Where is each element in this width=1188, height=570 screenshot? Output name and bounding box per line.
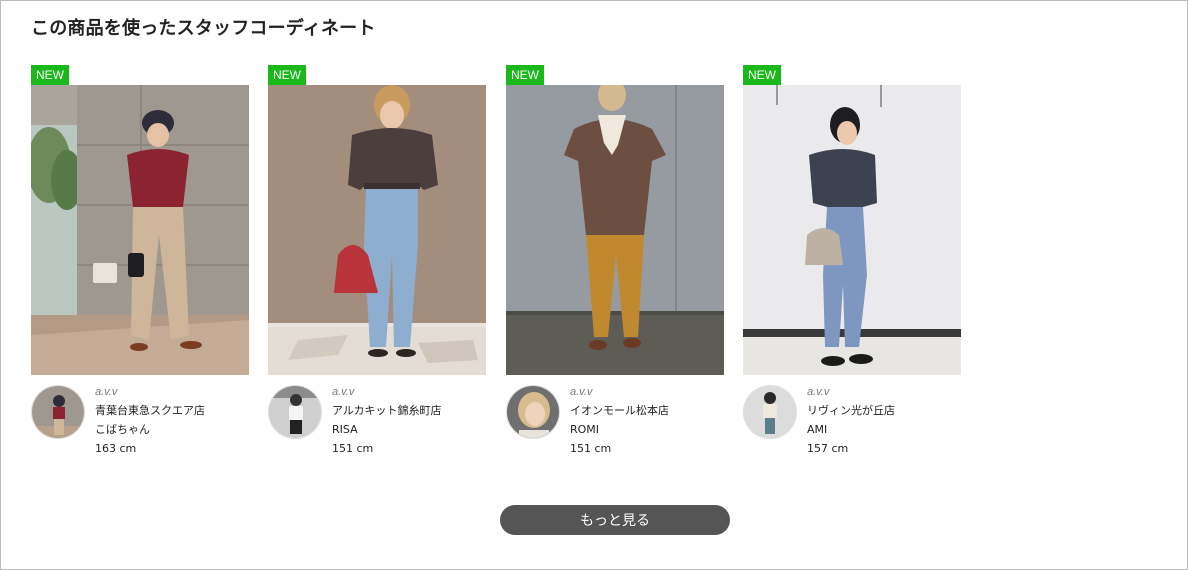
staff-name[interactable]: AMI — [807, 420, 961, 439]
coordinate-photo[interactable] — [31, 85, 249, 375]
staff-info: a.v.v イオンモール松本店 ROMI 151 cm — [570, 383, 724, 458]
staff-name[interactable]: こばちゃん — [95, 420, 249, 439]
staff-name[interactable]: RISA — [332, 420, 486, 439]
shop-name[interactable]: 青葉台東急スクエア店 — [95, 401, 249, 420]
coordinate-card[interactable]: NEW — [743, 65, 961, 465]
shop-name[interactable]: イオンモール松本店 — [570, 401, 724, 420]
coordinate-list: NEW a.v.v 青葉台東急スクエア店 こばちゃん 163 cm NEW a.… — [31, 65, 971, 465]
staff-name[interactable]: ROMI — [570, 420, 724, 439]
new-badge: NEW — [743, 65, 781, 85]
staff-height: 157 cm — [807, 442, 849, 455]
coordinate-photo[interactable] — [268, 85, 486, 375]
brand-name: a.v.v — [95, 386, 118, 398]
see-more-button[interactable]: もっと見る — [500, 505, 730, 535]
new-badge: NEW — [506, 65, 544, 85]
staff-avatar[interactable] — [268, 385, 322, 439]
shop-name[interactable]: アルカキット錦糸町店 — [332, 401, 486, 420]
staff-height: 151 cm — [570, 442, 612, 455]
new-badge: NEW — [31, 65, 69, 85]
coordinate-card[interactable]: NEW — [31, 65, 249, 465]
shop-name[interactable]: リヴィン光が丘店 — [807, 401, 961, 420]
staff-height: 151 cm — [332, 442, 374, 455]
staff-avatar[interactable] — [506, 385, 560, 439]
coordinate-photo[interactable] — [506, 85, 724, 375]
staff-info: a.v.v 青葉台東急スクエア店 こばちゃん 163 cm — [95, 383, 249, 458]
brand-name: a.v.v — [807, 386, 830, 398]
staff-info: a.v.v アルカキット錦糸町店 RISA 151 cm — [332, 383, 486, 458]
staff-info: a.v.v リヴィン光が丘店 AMI 157 cm — [807, 383, 961, 458]
brand-name: a.v.v — [332, 386, 355, 398]
coordinate-card[interactable]: NEW — [268, 65, 486, 465]
brand-name: a.v.v — [570, 386, 593, 398]
new-badge: NEW — [268, 65, 306, 85]
coordinate-card[interactable]: NEW — [506, 65, 724, 465]
staff-height: 163 cm — [95, 442, 137, 455]
section-title: この商品を使ったスタッフコーディネート — [31, 18, 376, 39]
staff-avatar[interactable] — [31, 385, 85, 439]
coordinate-photo[interactable] — [743, 85, 961, 375]
page-frame: この商品を使ったスタッフコーディネート NEW a.v.v 青葉台東急スクエア店… — [0, 0, 1188, 570]
staff-avatar[interactable] — [743, 385, 797, 439]
